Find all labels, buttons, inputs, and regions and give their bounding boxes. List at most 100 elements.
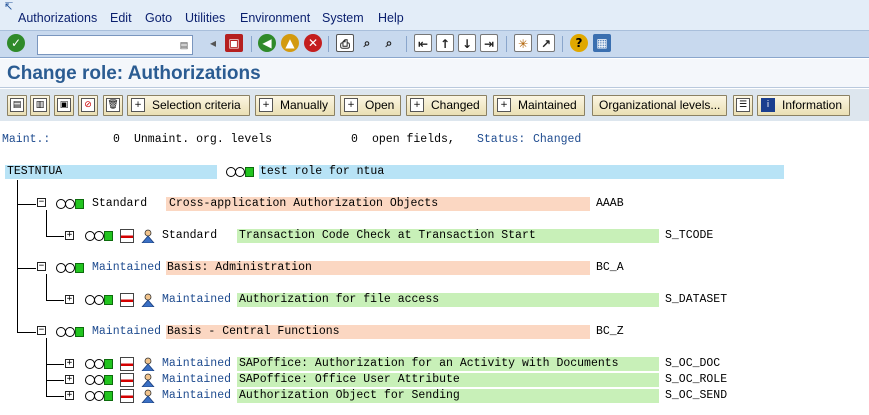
tree-line [46, 338, 47, 396]
object-text[interactable]: SAPoffice: Office User Attribute [239, 373, 460, 387]
application-toolbar: ▤ ▥ ▣ ⊘ 🗑 + Selection criteria + Manually … [0, 89, 869, 121]
previous-page-icon[interactable]: ↑ [436, 34, 454, 52]
enter-icon[interactable]: ✓ [7, 34, 25, 52]
open-button[interactable]: + Open [340, 95, 401, 116]
traffic-light-icon [85, 295, 113, 305]
generate-icon: ▣ [57, 98, 71, 112]
delete-button[interactable]: 🗑 [103, 95, 123, 116]
role-name[interactable]: TESTNTUA [7, 165, 62, 179]
changed-button[interactable]: + Changed [406, 95, 487, 116]
object-text[interactable]: Authorization Object for Sending [239, 389, 460, 403]
menu-utilities[interactable]: Utilities [185, 11, 225, 25]
cancel-icon[interactable]: ✕ [304, 34, 322, 52]
find-next-icon[interactable]: ⌕ [380, 34, 398, 52]
deactivate-button[interactable]: ⊘ [78, 95, 98, 116]
layout-menu-icon[interactable]: ▦ [593, 34, 611, 52]
object-code: S_OC_DOC [665, 357, 721, 370]
menu-authorizations[interactable]: Authorizations [18, 11, 97, 25]
expand-node-icon[interactable]: + [65, 359, 74, 368]
open-label: Open [365, 98, 395, 112]
expand-node-icon[interactable]: + [65, 375, 74, 384]
add-icon: + [497, 98, 511, 112]
tree-line [46, 364, 64, 365]
maint-value: 0 [113, 133, 120, 146]
class-code: BC_A [596, 261, 624, 274]
person-icon[interactable] [140, 229, 156, 243]
class-status: Maintained [92, 325, 162, 338]
back-arrow-icon[interactable]: ◀ [258, 34, 276, 52]
print-icon[interactable]: ⎙ [336, 34, 354, 52]
collapse-all-button[interactable]: ▥ [30, 95, 50, 116]
documentation-icon[interactable] [120, 389, 134, 403]
changed-label: Changed [431, 98, 480, 112]
list-view-button[interactable]: ☰ [733, 95, 753, 116]
back-icon[interactable]: ◂ [204, 34, 222, 52]
documentation-icon[interactable] [120, 373, 134, 387]
tree-line [46, 236, 64, 237]
open-fields-label: open fields, [372, 133, 455, 146]
toolbar-separator [562, 36, 563, 52]
class-text[interactable]: Basis: Administration [167, 261, 312, 275]
expand-node-icon[interactable]: + [65, 391, 74, 400]
menu-environment[interactable]: Environment [240, 11, 310, 25]
next-page-icon[interactable]: ↓ [458, 34, 476, 52]
documentation-icon[interactable] [120, 229, 134, 243]
exit-icon[interactable]: ▲ [281, 34, 299, 52]
command-history-icon[interactable]: ▤ [178, 39, 190, 51]
list-icon: ☰ [736, 98, 750, 112]
menu-help[interactable]: Help [378, 11, 404, 25]
traffic-light-icon [85, 391, 113, 401]
tree-line [17, 204, 36, 205]
expand-node-icon[interactable]: + [65, 295, 74, 304]
menu-system[interactable]: System [322, 11, 364, 25]
tree-line [17, 268, 36, 269]
first-page-icon[interactable]: ⇤ [414, 34, 432, 52]
help-icon[interactable]: ? [570, 34, 588, 52]
system-menu-icon[interactable]: ↸ [4, 1, 18, 13]
add-icon: + [344, 98, 358, 112]
object-status: Maintained [162, 293, 232, 306]
documentation-icon[interactable] [120, 357, 134, 371]
add-icon: + [259, 98, 273, 112]
class-text[interactable]: Basis - Central Functions [167, 325, 340, 339]
menu-goto[interactable]: Goto [145, 11, 172, 25]
expand-all-button[interactable]: ▤ [7, 95, 27, 116]
object-status: Maintained [162, 373, 232, 386]
manually-button[interactable]: + Manually [255, 95, 335, 116]
status-label: Status: [477, 133, 526, 146]
generate-button[interactable]: ▣ [54, 95, 74, 116]
organizational-levels-label: Organizational levels... [599, 98, 721, 112]
expand-node-icon[interactable]: + [65, 231, 74, 240]
documentation-icon[interactable] [120, 293, 134, 307]
object-code: S_TCODE [665, 229, 714, 242]
toolbar-separator [328, 36, 329, 52]
create-session-icon[interactable]: ✳ [514, 34, 532, 52]
tree-line [17, 332, 36, 333]
collapse-node-icon[interactable]: − [37, 198, 46, 207]
person-icon[interactable] [140, 389, 156, 403]
person-icon[interactable] [140, 373, 156, 387]
save-icon[interactable]: ▣ [225, 34, 243, 52]
class-text[interactable]: Cross-application Authorization Objects [169, 197, 438, 211]
command-field[interactable]: ▤ [37, 35, 193, 55]
traffic-light-icon [85, 231, 113, 241]
menu-bar: ↸ Authorizations Edit Goto Utilities Env… [0, 0, 869, 30]
object-text[interactable]: Transaction Code Check at Transaction St… [239, 229, 536, 243]
organizational-levels-button[interactable]: Organizational levels... [592, 95, 727, 116]
maintained-button[interactable]: + Maintained [493, 95, 585, 116]
person-icon[interactable] [140, 293, 156, 307]
selection-criteria-button[interactable]: + Selection criteria [127, 95, 250, 116]
find-icon[interactable]: ⌕ [358, 34, 376, 52]
object-text[interactable]: Authorization for file access [239, 293, 439, 307]
traffic-light-icon [85, 375, 113, 385]
object-text[interactable]: SAPoffice: Authorization for an Activity… [239, 357, 619, 371]
last-page-icon[interactable]: ⇥ [480, 34, 498, 52]
information-button[interactable]: i Information [757, 95, 850, 116]
menu-edit[interactable]: Edit [110, 11, 132, 25]
maint-label: Maint.: [2, 133, 51, 146]
collapse-node-icon[interactable]: − [37, 326, 46, 335]
person-icon[interactable] [140, 357, 156, 371]
collapse-node-icon[interactable]: − [37, 262, 46, 271]
object-code: S_OC_SEND [665, 389, 728, 402]
shortcut-icon[interactable]: ↗ [537, 34, 555, 52]
